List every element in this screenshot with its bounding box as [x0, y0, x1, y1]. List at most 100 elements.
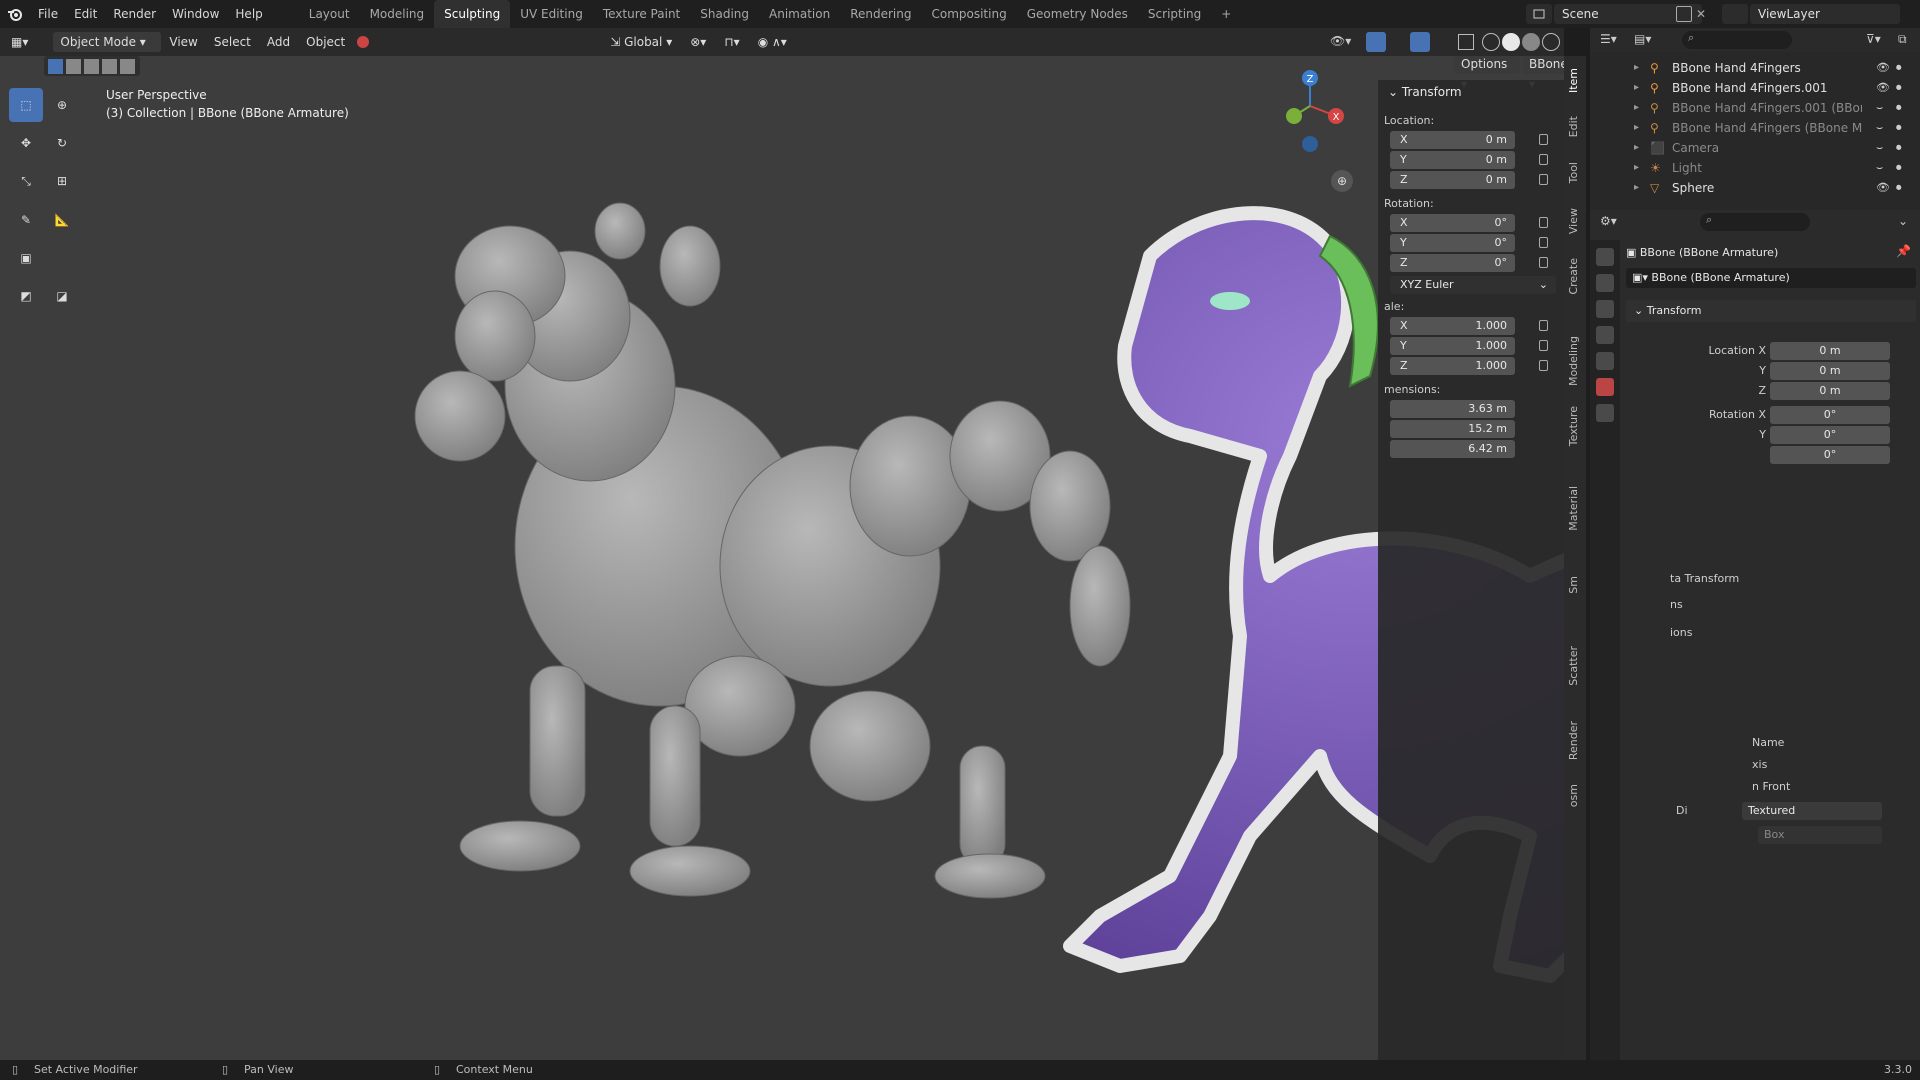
- new-scene-icon[interactable]: [1676, 6, 1692, 22]
- sidebar-tab-texture[interactable]: Texture: [1567, 406, 1583, 446]
- outliner-editor-icon[interactable]: ☰▾: [1600, 32, 1617, 46]
- filter-icon[interactable]: ⊽▾: [1866, 32, 1881, 46]
- lock-icon[interactable]: [1539, 217, 1548, 228]
- display-mode-icon[interactable]: ▤▾: [1634, 32, 1651, 46]
- sidebar-tab-view[interactable]: View: [1567, 208, 1583, 234]
- shading-material-icon[interactable]: [1522, 33, 1540, 51]
- rotation-y-field[interactable]: 0°: [1770, 426, 1890, 444]
- view-layer-properties-icon[interactable]: [1596, 326, 1614, 344]
- visibility-eye-icon[interactable]: 👁: [1876, 178, 1890, 198]
- visibility-eye-icon[interactable]: ⌣: [1876, 138, 1883, 158]
- scale-field[interactable]: Y 1.000: [1390, 337, 1515, 355]
- display-as-dropdown[interactable]: Textured: [1742, 802, 1882, 820]
- blender-logo-icon[interactable]: [0, 0, 30, 28]
- outliner-item-name[interactable]: BBone Hand 4Fingers (BBone Mesh: [1672, 118, 1862, 138]
- rotation-mode-dropdown[interactable]: XYZ Euler ⌄: [1390, 276, 1556, 294]
- navigation-gizmo[interactable]: Z X: [1270, 66, 1350, 156]
- location-field[interactable]: X 0 m: [1390, 131, 1515, 149]
- in-front-checkbox-label[interactable]: n Front: [1752, 780, 1790, 793]
- annotate-tool-icon[interactable]: ✎: [9, 203, 43, 237]
- add-workspace-button[interactable]: +: [1211, 0, 1241, 28]
- bounds-dropdown[interactable]: Box: [1758, 826, 1882, 844]
- transform-section-header[interactable]: ⌄ Transform: [1626, 300, 1916, 322]
- lock-icon[interactable]: [1539, 360, 1548, 371]
- render-camera-icon[interactable]: ⏺: [1896, 158, 1902, 178]
- rotation-field[interactable]: Z 0°: [1390, 254, 1515, 272]
- select-subtract-icon[interactable]: [84, 58, 99, 74]
- expand-arrow-icon[interactable]: ▸: [1634, 178, 1639, 198]
- rotation-x-field[interactable]: 0°: [1770, 406, 1890, 424]
- tab-shading[interactable]: Shading: [690, 0, 759, 28]
- outliner-row[interactable]: ▸ ⬛ Camera ⌣ ⏺: [1590, 138, 1920, 158]
- menu-view[interactable]: View: [161, 35, 205, 49]
- add-cube-tool-icon[interactable]: ▣: [9, 241, 43, 275]
- name-checkbox-label[interactable]: Name: [1752, 736, 1784, 749]
- outliner-search-input[interactable]: ⌕: [1682, 31, 1792, 49]
- sidebar-tab-osm[interactable]: osm: [1567, 784, 1583, 807]
- menu-add[interactable]: Add: [259, 35, 298, 49]
- transform-panel-header[interactable]: ⌄ Transform: [1378, 80, 1564, 104]
- tab-rendering[interactable]: Rendering: [840, 0, 921, 28]
- tab-modeling[interactable]: Modeling: [360, 0, 435, 28]
- render-camera-icon[interactable]: ⏺: [1896, 78, 1902, 98]
- lock-icon[interactable]: [1539, 134, 1548, 145]
- overlay-toggle-icon[interactable]: [1410, 32, 1430, 52]
- custom-tool-a-icon[interactable]: ◩: [9, 279, 43, 313]
- axis-checkbox-label[interactable]: xis: [1752, 758, 1767, 771]
- menu-window[interactable]: Window: [164, 0, 227, 28]
- world-properties-icon[interactable]: [1596, 378, 1614, 396]
- tab-scripting[interactable]: Scripting: [1138, 0, 1211, 28]
- data-block-field[interactable]: ▣▾ BBone (BBone Armature): [1626, 268, 1916, 288]
- select-new-icon[interactable]: [48, 58, 63, 74]
- outliner-item-name[interactable]: Light: [1672, 158, 1862, 178]
- outliner-item-name[interactable]: BBone Hand 4Fingers: [1672, 58, 1862, 78]
- cursor-tool-icon[interactable]: ⊕: [45, 88, 79, 122]
- menu-select[interactable]: Select: [206, 35, 259, 49]
- tab-geometry-nodes[interactable]: Geometry Nodes: [1017, 0, 1138, 28]
- visibility-eye-icon[interactable]: ⌣: [1876, 118, 1883, 138]
- lock-icon[interactable]: [1539, 340, 1548, 351]
- bones-dropdown[interactable]: BBones ▾: [1522, 56, 1564, 91]
- pivot-icon[interactable]: ⊗▾: [683, 32, 713, 52]
- tab-sculpting[interactable]: Sculpting: [434, 0, 511, 28]
- menu-file[interactable]: File: [30, 0, 66, 28]
- expand-arrow-icon[interactable]: ▸: [1634, 78, 1639, 98]
- measure-tool-icon[interactable]: 📐: [45, 203, 79, 237]
- proportional-edit-icon[interactable]: ◉ ∧▾: [751, 32, 794, 52]
- expand-arrow-icon[interactable]: ▸: [1634, 158, 1639, 178]
- menu-render[interactable]: Render: [105, 0, 164, 28]
- sidebar-tab-tool[interactable]: Tool: [1567, 162, 1583, 183]
- outliner-item-name[interactable]: BBone Hand 4Fingers.001: [1672, 78, 1862, 98]
- menu-edit[interactable]: Edit: [66, 0, 105, 28]
- outliner-row[interactable]: ▸ ⚲ BBone Hand 4Fingers 👁 ⏺: [1590, 58, 1920, 78]
- scene-selector-icon[interactable]: [1526, 4, 1552, 24]
- select-intersect-icon[interactable]: [120, 58, 135, 74]
- properties-editor-icon[interactable]: ⚙▾: [1600, 214, 1617, 228]
- render-camera-icon[interactable]: ⏺: [1896, 138, 1902, 158]
- outliner-row[interactable]: ▸ ☀ Light ⌣ ⏺: [1590, 158, 1920, 178]
- relations-header[interactable]: ns: [1670, 598, 1683, 611]
- outliner-row[interactable]: ▸ ⚲ BBone Hand 4Fingers (BBone Mesh ⌣ ⏺: [1590, 118, 1920, 138]
- rotate-tool-icon[interactable]: ↻: [45, 126, 79, 160]
- output-properties-icon[interactable]: [1596, 300, 1614, 318]
- rotation-field[interactable]: Y 0°: [1390, 234, 1515, 252]
- custom-tool-b-icon[interactable]: ◪: [45, 279, 79, 313]
- dimensions-field[interactable]: 3.63 m: [1390, 400, 1515, 418]
- scale-tool-icon[interactable]: ⤡: [9, 165, 43, 199]
- outliner-item-name[interactable]: Camera: [1672, 138, 1862, 158]
- render-properties-icon[interactable]: [1596, 274, 1614, 292]
- 3d-viewport[interactable]: ⬚ ⊕ ✥ ↻ ⤡ ⊞ ✎ 📐 ▣ ◩ ◪ User Perspective (3) Co…: [0, 56, 1564, 1060]
- select-mode-buttons[interactable]: [44, 56, 140, 76]
- location-field[interactable]: Z 0 m: [1390, 171, 1515, 189]
- location-field[interactable]: Y 0 m: [1390, 151, 1515, 169]
- shading-wireframe-icon[interactable]: [1482, 33, 1500, 51]
- outliner-row[interactable]: ▸ ▽ Sphere 👁 ⏺: [1590, 178, 1920, 198]
- tab-layout[interactable]: Layout: [299, 0, 360, 28]
- properties-search-input[interactable]: ⌕: [1700, 213, 1810, 231]
- render-camera-icon[interactable]: ⏺: [1896, 58, 1902, 78]
- view-layer-icon[interactable]: [1722, 4, 1748, 24]
- visibility-icon[interactable]: 👁▾: [1330, 34, 1351, 48]
- sidebar-tab-modeling[interactable]: Modeling: [1567, 336, 1583, 386]
- delta-transform-header[interactable]: ta Transform: [1670, 572, 1739, 585]
- outliner-row[interactable]: ▸ ⚲ BBone Hand 4Fingers.001 (BBone N ⌣ ⏺: [1590, 98, 1920, 118]
